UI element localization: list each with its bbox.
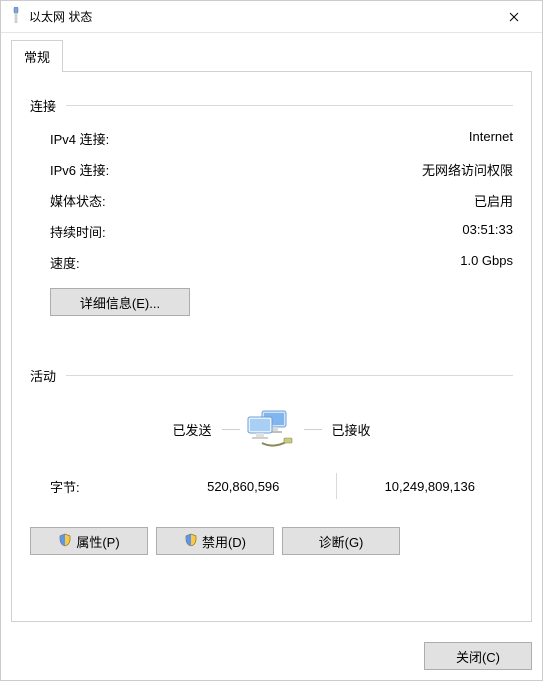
speed-label: 速度: <box>50 253 80 272</box>
shield-icon <box>58 533 72 550</box>
sent-label: 已发送 <box>30 420 212 439</box>
dialog-footer: 关闭(C) <box>1 632 542 680</box>
tab-general[interactable]: 常规 <box>11 40 63 72</box>
content-area: 常规 连接 IPv4 连接: Internet IPv6 连接: 无网络访问权限… <box>1 33 542 632</box>
divider <box>66 105 513 106</box>
speed-row: 速度: 1.0 Gbps <box>30 247 513 278</box>
duration-row: 持续时间: 03:51:33 <box>30 216 513 247</box>
ethernet-icon <box>9 7 23 26</box>
activity-heading-label: 活动 <box>30 366 56 385</box>
received-label: 已接收 <box>332 420 514 439</box>
media-state-value: 已启用 <box>474 191 513 210</box>
ipv6-label: IPv6 连接: <box>50 160 109 179</box>
properties-button-label: 属性(P) <box>76 532 119 551</box>
ipv4-value: Internet <box>469 129 513 148</box>
disable-button-label: 禁用(D) <box>202 532 246 551</box>
vertical-divider <box>336 473 337 499</box>
duration-label: 持续时间: <box>50 222 106 241</box>
close-icon[interactable] <box>494 1 534 32</box>
computers-icon <box>212 409 332 449</box>
activity-labels-row: 已发送 <box>30 399 513 455</box>
connection-heading-label: 连接 <box>30 96 56 115</box>
details-button[interactable]: 详细信息(E)... <box>50 288 190 316</box>
shield-icon <box>184 533 198 550</box>
activity-heading: 活动 <box>30 366 513 385</box>
tab-strip: 常规 <box>11 39 532 71</box>
ipv4-row: IPv4 连接: Internet <box>30 123 513 154</box>
media-state-label: 媒体状态: <box>50 191 106 210</box>
titlebar: 以太网 状态 <box>1 1 542 33</box>
diagnose-button[interactable]: 诊断(G) <box>282 527 400 555</box>
ipv6-row: IPv6 连接: 无网络访问权限 <box>30 154 513 185</box>
divider <box>66 375 513 376</box>
ipv4-label: IPv4 连接: <box>50 129 109 148</box>
ipv6-value: 无网络访问权限 <box>422 160 513 179</box>
media-state-row: 媒体状态: 已启用 <box>30 185 513 216</box>
speed-value: 1.0 Gbps <box>460 253 513 272</box>
close-button[interactable]: 关闭(C) <box>424 642 532 670</box>
tab-panel: 连接 IPv4 连接: Internet IPv6 连接: 无网络访问权限 媒体… <box>11 71 532 622</box>
dash-line <box>222 429 240 430</box>
activity-bytes-row: 字节: 520,860,596 10,249,809,136 <box>30 455 513 515</box>
disable-button[interactable]: 禁用(D) <box>156 527 274 555</box>
action-buttons-row: 属性(P) 禁用(D) 诊断(G) <box>30 515 513 555</box>
window-title: 以太网 状态 <box>29 8 494 25</box>
duration-value: 03:51:33 <box>462 222 513 241</box>
details-row: 详细信息(E)... <box>30 278 513 320</box>
bytes-received-value: 10,249,809,136 <box>347 479 514 494</box>
activity-block: 已发送 <box>30 393 513 515</box>
dash-line <box>304 429 322 430</box>
bytes-label: 字节: <box>50 477 160 496</box>
bytes-sent-value: 520,860,596 <box>160 479 327 494</box>
ethernet-status-window: 以太网 状态 常规 连接 IPv4 连接: Internet IPv6 连接: … <box>0 0 543 681</box>
properties-button[interactable]: 属性(P) <box>30 527 148 555</box>
connection-heading: 连接 <box>30 96 513 115</box>
